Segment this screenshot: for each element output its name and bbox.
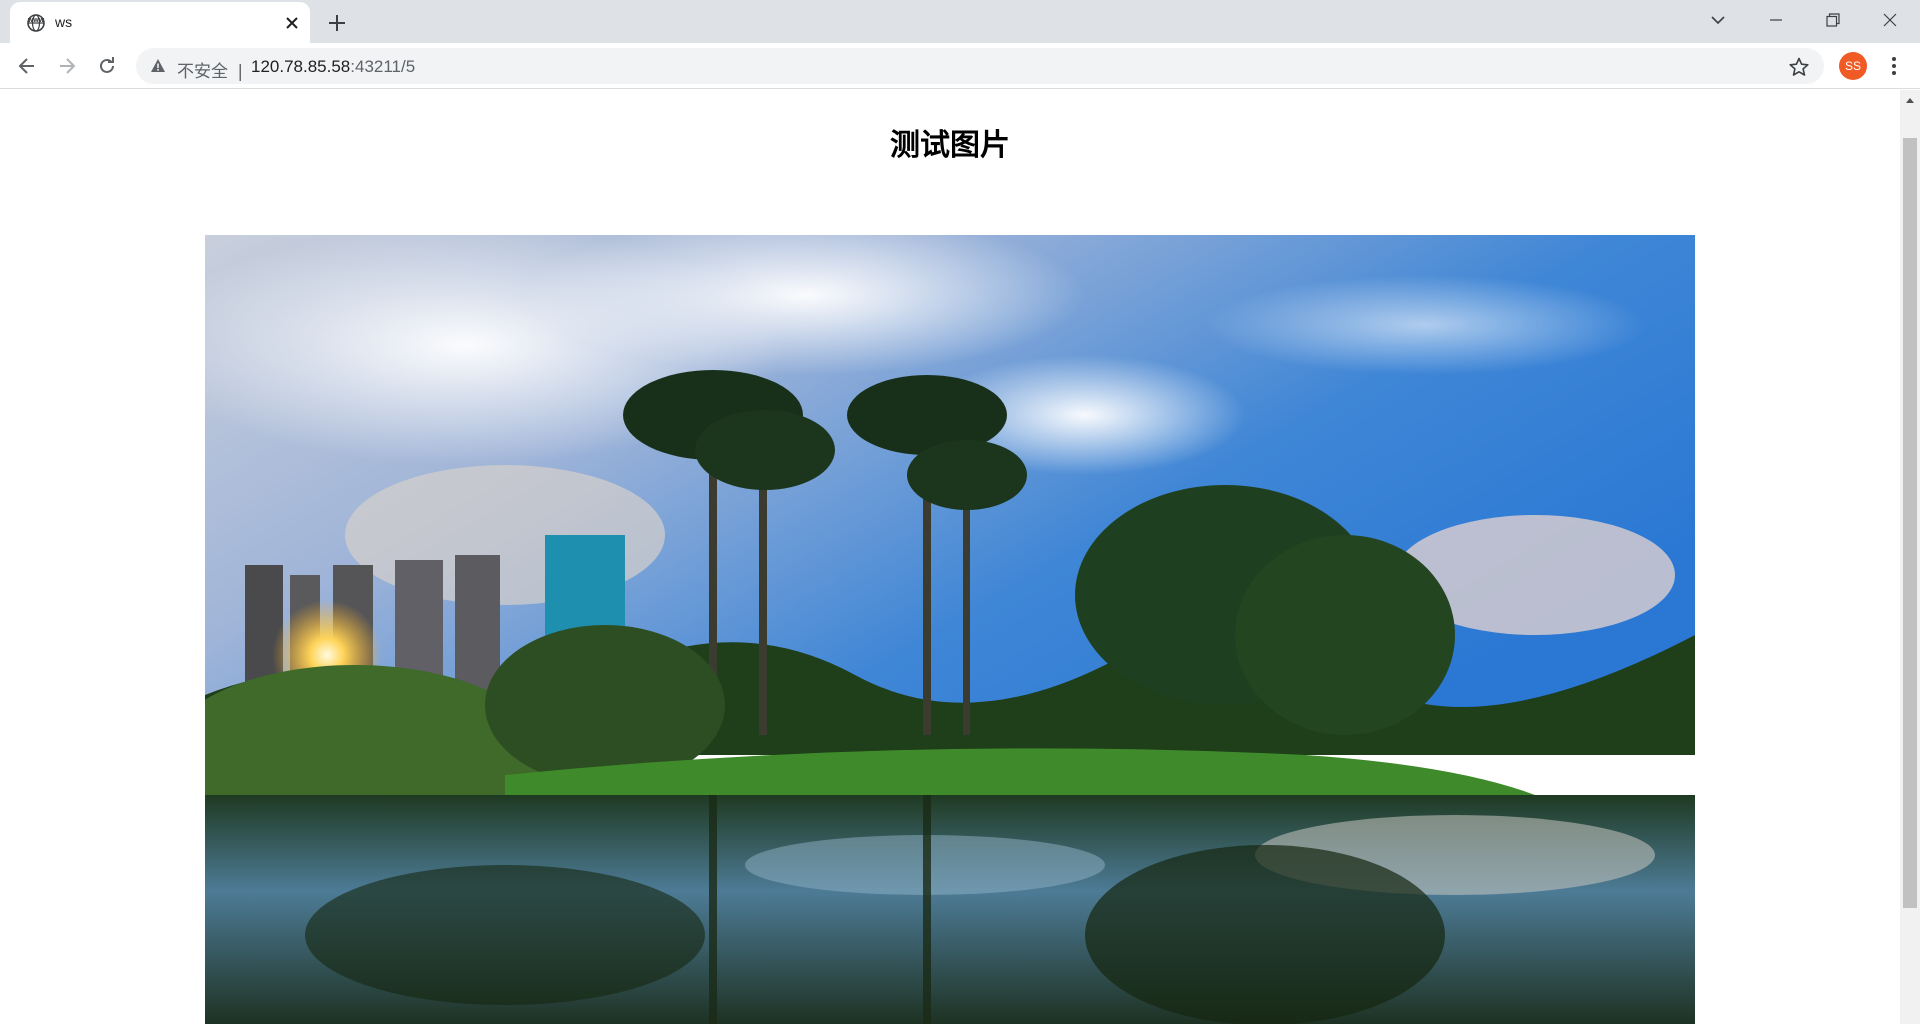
reload-icon[interactable]: [93, 52, 121, 80]
page-viewport: 测试图片: [0, 90, 1900, 1024]
close-window-icon[interactable]: [1862, 0, 1918, 40]
svg-text:WWW: WWW: [28, 18, 45, 24]
security-status[interactable]: 不安全 |: [177, 57, 243, 82]
separator: |: [237, 62, 244, 82]
forward-icon[interactable]: [53, 52, 81, 80]
back-icon[interactable]: [13, 52, 41, 80]
minimize-icon[interactable]: [1748, 0, 1804, 40]
bookmark-star-icon[interactable]: [1788, 56, 1810, 78]
url-text[interactable]: 120.78.85.58:43211/5: [251, 57, 415, 77]
vertical-scrollbar[interactable]: [1900, 90, 1920, 1024]
new-tab-plus-icon[interactable]: [324, 10, 350, 36]
landscape-photo: [205, 235, 1695, 1024]
more-menu-icon[interactable]: [1880, 52, 1908, 80]
tab-search-chevron-icon[interactable]: [1690, 0, 1746, 40]
security-label: 不安全: [177, 62, 228, 82]
warning-triangle-icon[interactable]: [150, 58, 166, 74]
tab-title: ws: [55, 14, 73, 30]
url-path: :43211/5: [350, 57, 416, 76]
tab-strip: WWW ws: [0, 0, 1920, 43]
www-globe-icon: WWW: [26, 13, 46, 33]
profile-avatar[interactable]: SS: [1839, 52, 1867, 80]
url-host: 120.78.85.58: [251, 57, 351, 76]
restore-window-icon[interactable]: [1805, 0, 1861, 40]
scroll-up-arrow-icon[interactable]: [1900, 90, 1920, 110]
close-tab-icon[interactable]: [282, 13, 302, 33]
address-bar[interactable]: 不安全 | 120.78.85.58:43211/5: [136, 48, 1824, 84]
browser-toolbar: 不安全 | 120.78.85.58:43211/5 SS: [0, 43, 1920, 89]
page-title: 测试图片: [890, 128, 1010, 163]
browser-tab[interactable]: WWW ws: [10, 2, 310, 43]
scrollbar-thumb[interactable]: [1903, 138, 1917, 908]
